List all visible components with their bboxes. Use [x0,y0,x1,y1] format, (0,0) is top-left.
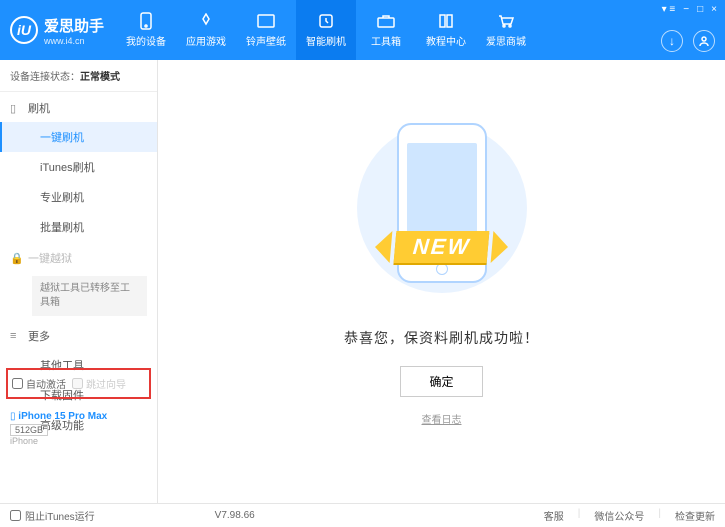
lock-icon: 🔒 [10,252,22,265]
device-status: 设备连接状态：正常模式 [0,60,157,92]
book-icon [436,12,456,30]
ok-button[interactable]: 确定 [400,366,482,397]
view-log-link[interactable]: 查看日志 [422,411,462,426]
cart-icon [496,12,516,30]
logo: iU 爱思助手 www.i4.cn [0,15,116,46]
section-more[interactable]: ≡ 更多 [0,320,157,350]
jailbreak-note: 越狱工具已转移至工具箱 [32,276,147,316]
section-flash[interactable]: ▯ 刷机 [0,92,157,122]
nav-toolbox[interactable]: 工具箱 [356,0,416,60]
device-capacity: 512GB [10,424,48,436]
download-button[interactable]: ↓ [661,30,683,52]
flash-icon [316,12,336,30]
maximize-icon[interactable]: □ [697,4,703,15]
close-icon[interactable]: × [711,4,717,15]
footer-update[interactable]: 检查更新 [675,508,715,523]
footer-support[interactable]: 客服 [544,508,564,523]
sidebar-item-itunes[interactable]: iTunes刷机 [0,152,157,182]
user-button[interactable] [693,30,715,52]
nav-store[interactable]: 爱思商城 [476,0,536,60]
new-banner: NEW [393,231,489,263]
skip-guide-checkbox[interactable]: 跳过向导 [72,376,126,391]
minimize-icon[interactable]: − [683,4,689,15]
more-icon: ≡ [10,330,22,342]
flash-section-icon: ▯ [10,102,22,115]
brand-name: 爱思助手 [44,18,104,35]
device-type: iPhone [10,436,38,446]
section-jailbreak: 🔒 一键越狱 [0,242,157,272]
version-label: V7.98.66 [215,510,255,521]
success-illustration: NEW [362,108,522,308]
brand-url: www.i4.cn [44,36,104,46]
device-name: iPhone 15 Pro Max [18,411,107,422]
footer-wechat[interactable]: 微信公众号 [594,508,644,523]
sidebar-item-oneclick[interactable]: 一键刷机 [0,122,157,152]
apps-icon [196,12,216,30]
block-itunes-checkbox[interactable]: 阻止iTunes运行 [10,508,95,523]
menu-icon[interactable]: ▾ ≡ [662,4,676,15]
top-nav: 我的设备 应用游戏 铃声壁纸 智能刷机 工具箱 教程中心 爱思商城 [116,0,536,60]
sidebar-item-batch[interactable]: 批量刷机 [0,212,157,242]
nav-ringtones[interactable]: 铃声壁纸 [236,0,296,60]
footer: 阻止iTunes运行 V7.98.66 客服| 微信公众号| 检查更新 [0,503,725,527]
logo-icon: iU [10,16,38,44]
header: iU 爱思助手 www.i4.cn 我的设备 应用游戏 铃声壁纸 智能刷机 工具… [0,0,725,60]
sidebar: 设备连接状态：正常模式 ▯ 刷机 一键刷机 iTunes刷机 专业刷机 批量刷机… [0,60,158,503]
nav-tutorials[interactable]: 教程中心 [416,0,476,60]
image-icon [256,12,276,30]
device-info: ▯ iPhone 15 Pro Max 512GB iPhone [0,405,157,453]
window-controls: ▾ ≡ − □ × [662,4,717,15]
sidebar-item-pro[interactable]: 专业刷机 [0,182,157,212]
phone-icon [136,12,156,30]
nav-my-device[interactable]: 我的设备 [116,0,176,60]
success-message: 恭喜您，保资料刷机成功啦！ [344,328,539,348]
auto-activate-checkbox[interactable]: 自动激活 [12,376,66,391]
nav-apps[interactable]: 应用游戏 [176,0,236,60]
toolbox-icon [376,12,396,30]
nav-flash[interactable]: 智能刷机 [296,0,356,60]
highlight-options: 自动激活 跳过向导 [6,368,151,399]
main-panel: NEW 恭喜您，保资料刷机成功啦！ 确定 查看日志 [158,60,725,503]
